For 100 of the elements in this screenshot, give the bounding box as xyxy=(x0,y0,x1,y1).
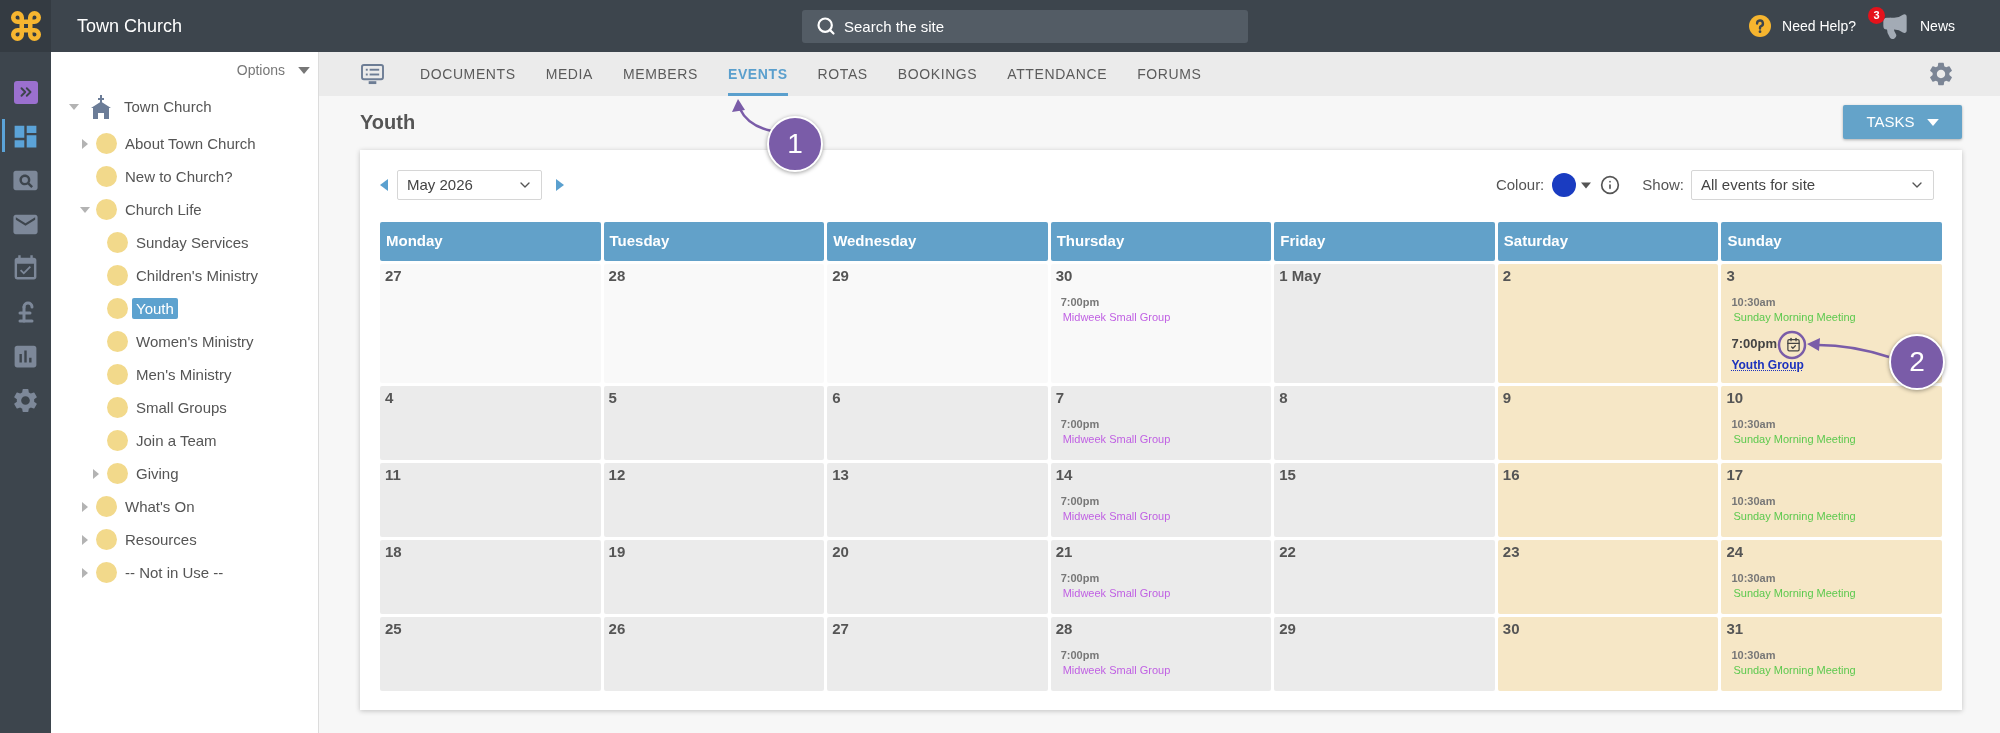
day-cell[interactable]: 4 xyxy=(380,386,601,460)
tree-item[interactable]: Children's Ministry xyxy=(132,265,263,286)
day-cell[interactable]: 2 xyxy=(1497,264,1719,383)
day-cell[interactable]: 22 xyxy=(1274,540,1495,614)
show-select[interactable]: All events for site xyxy=(1691,170,1934,200)
caret-down-icon[interactable] xyxy=(1581,181,1592,189)
site-title[interactable]: Town Church xyxy=(77,15,183,36)
day-number: 29 xyxy=(1279,620,1296,638)
day-cell[interactable]: 24 10:30am Sunday Morning Meeting xyxy=(1721,540,1942,614)
options-menu[interactable]: Options xyxy=(236,59,285,81)
caret-right-icon[interactable] xyxy=(93,468,99,479)
nav-tab[interactable]: FORUMS xyxy=(1137,52,1202,96)
event-title[interactable]: Midweek Small Group xyxy=(1062,309,1171,325)
command-symbol-icon[interactable] xyxy=(0,0,51,52)
tree-item[interactable]: Men's Ministry xyxy=(132,364,236,385)
help-icon[interactable] xyxy=(1749,15,1772,37)
tree-item[interactable]: Join a Team xyxy=(132,430,221,451)
day-number: 7 xyxy=(1055,389,1065,407)
day-cell[interactable]: 29 xyxy=(1274,617,1495,691)
month-select[interactable]: May 2026 xyxy=(397,170,542,200)
caret-right-icon[interactable] xyxy=(82,567,88,578)
step-marker: 1 xyxy=(767,116,823,172)
nav-tab[interactable]: MEMBERS xyxy=(622,52,698,96)
tree-item[interactable]: Giving xyxy=(132,463,183,484)
tree-item[interactable]: Resources xyxy=(121,529,201,550)
calendar-check-icon[interactable] xyxy=(1785,336,1801,352)
day-cell[interactable]: 23 xyxy=(1497,540,1719,614)
day-cell[interactable]: 25 xyxy=(380,617,601,691)
previous-month-icon[interactable] xyxy=(380,179,388,191)
day-number: 2 xyxy=(1502,267,1512,285)
colour-swatch-icon[interactable] xyxy=(1552,173,1577,197)
day-cell[interactable]: 28 xyxy=(603,264,825,383)
day-cell[interactable]: 28 7:00pm Midweek Small Group xyxy=(1050,617,1272,691)
caret-right-icon[interactable] xyxy=(82,534,88,545)
tree-item[interactable]: About Town Church xyxy=(121,133,260,154)
search-icon xyxy=(816,15,836,36)
tree-item[interactable]: -- Not in Use -- xyxy=(121,562,228,583)
tree-item[interactable]: Sunday Services xyxy=(132,232,253,253)
day-number: 1 May xyxy=(1279,267,1321,285)
caret-down-icon[interactable] xyxy=(298,66,310,74)
day-cell[interactable]: 9 xyxy=(1497,386,1719,460)
day-cell[interactable]: 12 xyxy=(603,463,825,537)
info-icon[interactable] xyxy=(1600,175,1621,195)
nav-tab[interactable]: BOOKINGS xyxy=(897,52,978,96)
event-time: 7:00pm xyxy=(1060,648,1100,662)
settings-icon[interactable] xyxy=(1927,60,1955,88)
tree-item[interactable]: Small Groups xyxy=(132,397,231,418)
nav-tab[interactable]: DOCUMENTS xyxy=(420,52,516,96)
weekday-header: Wednesday xyxy=(827,222,1048,261)
tree-item[interactable]: Women's Ministry xyxy=(132,331,258,352)
caret-right-icon[interactable] xyxy=(82,501,88,512)
tree-item[interactable]: New to Church? xyxy=(121,166,237,187)
day-cell[interactable]: 10 10:30am Sunday Morning Meeting xyxy=(1721,386,1942,460)
tree-item[interactable]: What's On xyxy=(121,496,199,517)
help-link[interactable]: Need Help? xyxy=(1782,15,1856,37)
next-month-icon[interactable] xyxy=(556,179,564,191)
day-cell[interactable]: 31 10:30am Sunday Morning Meeting xyxy=(1721,617,1942,691)
day-cell[interactable]: 13 xyxy=(827,463,1048,537)
search-field[interactable]: Search the site xyxy=(802,9,1248,43)
day-cell[interactable]: 17 10:30am Sunday Morning Meeting xyxy=(1721,463,1942,537)
day-cell[interactable]: 6 xyxy=(827,386,1048,460)
day-number: 21 xyxy=(1055,543,1073,561)
weekday-header: Thursday xyxy=(1050,222,1272,261)
day-cell[interactable]: 14 7:00pm Midweek Small Group xyxy=(1050,463,1272,537)
nav-tab[interactable]: ROTAS xyxy=(817,52,868,96)
news-link[interactable]: News xyxy=(1920,15,1955,37)
church-house-icon xyxy=(89,94,113,119)
day-cell[interactable]: 8 xyxy=(1274,386,1495,460)
day-cell[interactable]: 20 xyxy=(827,540,1048,614)
day-cell[interactable]: 26 xyxy=(603,617,825,691)
event-time: 10:30am xyxy=(1731,571,1776,585)
day-number: 29 xyxy=(832,267,849,285)
day-cell[interactable]: 15 xyxy=(1274,463,1495,537)
day-cell[interactable]: 5 xyxy=(603,386,825,460)
event-link[interactable]: Youth Group xyxy=(1731,357,1804,373)
day-cell[interactable]: 30 7:00pm Midweek Small Group xyxy=(1050,264,1272,383)
day-number: 30 xyxy=(1055,267,1073,285)
caret-right-icon[interactable] xyxy=(82,138,88,149)
day-cell[interactable]: 29 xyxy=(827,264,1048,383)
day-cell[interactable]: 19 xyxy=(603,540,825,614)
expand-icon[interactable] xyxy=(13,80,38,104)
day-number: 13 xyxy=(832,466,849,484)
day-cell[interactable]: 7 7:00pm Midweek Small Group xyxy=(1050,386,1272,460)
tree-item[interactable]: Town Church xyxy=(120,96,216,117)
day-cell[interactable]: 21 7:00pm Midweek Small Group xyxy=(1050,540,1272,614)
day-number: 16 xyxy=(1502,466,1520,484)
day-number: 9 xyxy=(1502,389,1512,407)
monitor-list-icon[interactable] xyxy=(361,63,384,85)
tree-item[interactable]: Church Life xyxy=(121,199,206,220)
day-cell[interactable]: 18 xyxy=(380,540,601,614)
nav-tab[interactable]: ATTENDANCE xyxy=(1007,52,1108,96)
day-cell[interactable]: 27 xyxy=(827,617,1048,691)
megaphone-icon[interactable] xyxy=(1881,12,1909,40)
day-number: 15 xyxy=(1279,466,1296,484)
day-cell[interactable]: 11 xyxy=(380,463,601,537)
day-cell[interactable]: 1 May xyxy=(1274,264,1495,383)
nav-tab[interactable]: MEDIA xyxy=(545,52,593,96)
day-cell[interactable]: 16 xyxy=(1497,463,1719,537)
day-cell[interactable]: 30 xyxy=(1497,617,1719,691)
day-cell[interactable]: 27 xyxy=(380,264,601,383)
